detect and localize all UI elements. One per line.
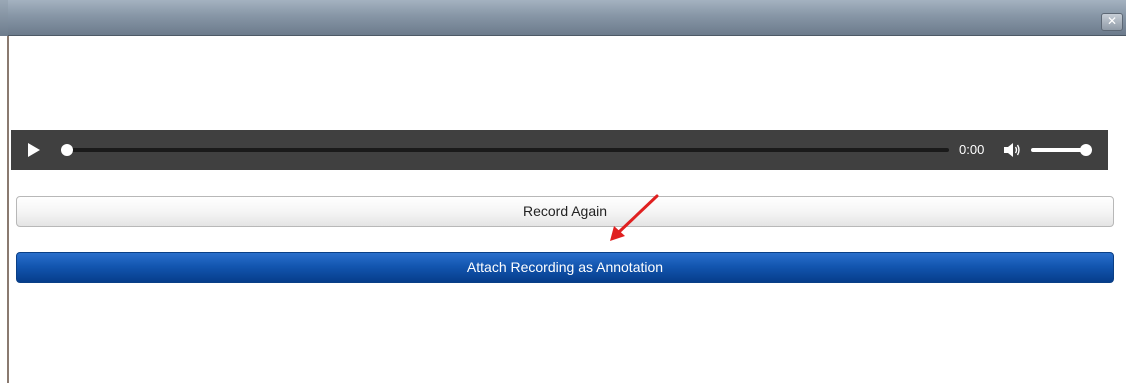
volume-fill bbox=[1031, 148, 1087, 152]
volume-thumb[interactable] bbox=[1080, 144, 1092, 156]
audio-player: 0:00 bbox=[11, 130, 1108, 170]
dialog-left-border bbox=[0, 36, 9, 383]
red-arrow-icon bbox=[610, 194, 659, 241]
titlebar-edge bbox=[0, 0, 8, 36]
play-icon[interactable] bbox=[28, 143, 40, 157]
attach-recording-button[interactable]: Attach Recording as Annotation bbox=[16, 252, 1114, 283]
recording-dialog: ✕ 0:00 Record Again Attach Recording as … bbox=[0, 0, 1126, 383]
dialog-titlebar[interactable]: ✕ bbox=[0, 0, 1126, 36]
volume-track[interactable] bbox=[1031, 148, 1087, 152]
current-time: 0:00 bbox=[959, 142, 985, 157]
record-again-button[interactable]: Record Again bbox=[16, 196, 1114, 227]
progress-track[interactable] bbox=[66, 148, 949, 152]
volume-icon[interactable] bbox=[1002, 141, 1022, 159]
close-icon[interactable]: ✕ bbox=[1101, 13, 1123, 31]
progress-thumb[interactable] bbox=[61, 144, 73, 156]
